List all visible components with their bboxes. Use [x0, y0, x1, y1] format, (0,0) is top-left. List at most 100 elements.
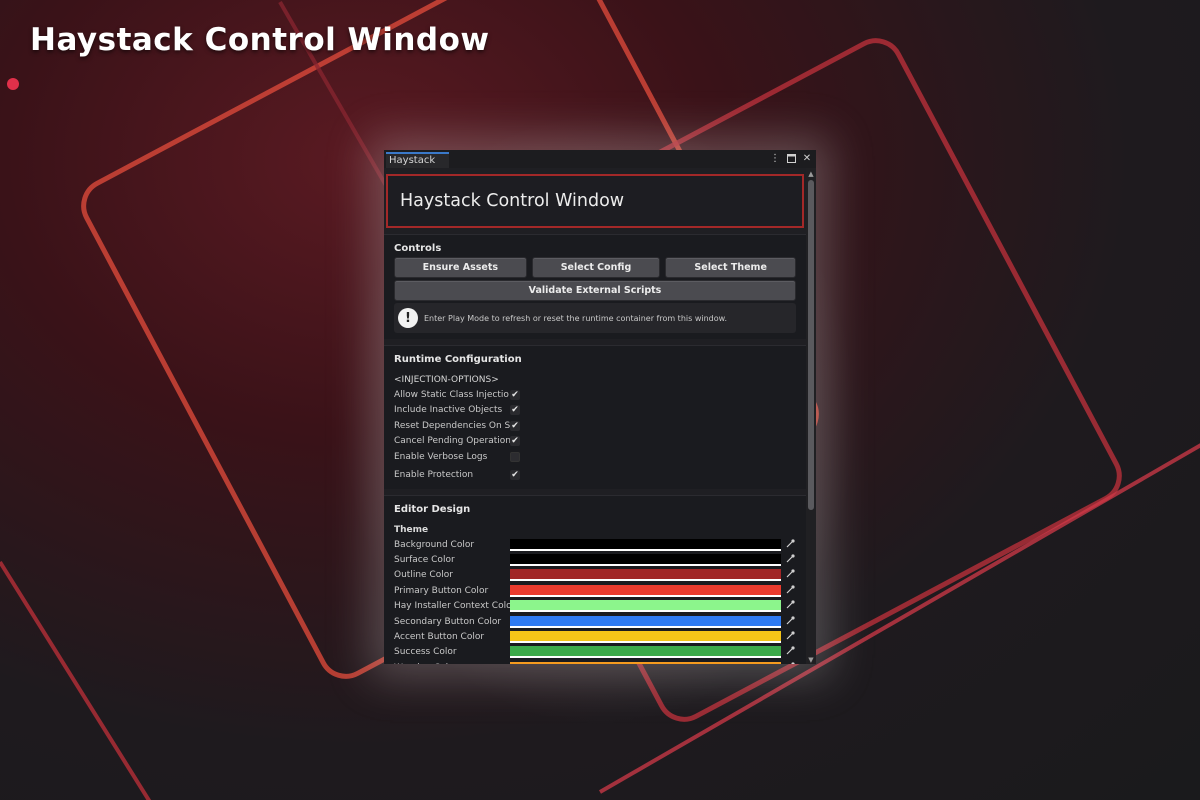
- color-swatch[interactable]: [510, 615, 781, 626]
- color-swatch[interactable]: [510, 584, 781, 595]
- color-swatch[interactable]: [510, 554, 781, 565]
- alpha-bar: [510, 625, 781, 628]
- option-checkbox[interactable]: ✔: [510, 389, 520, 400]
- color-field[interactable]: [510, 646, 781, 659]
- color-field[interactable]: [510, 631, 781, 644]
- color-label: Secondary Button Color: [394, 616, 502, 627]
- color-swatch[interactable]: [510, 661, 781, 664]
- eyedropper-icon[interactable]: [781, 585, 795, 597]
- kebab-menu-icon[interactable]: ⋮: [770, 152, 780, 164]
- option-checkbox[interactable]: ✔: [510, 470, 520, 481]
- option-row: Cancel Pending Operation ✔: [394, 434, 796, 450]
- eyedropper-icon[interactable]: [781, 554, 795, 566]
- section-title-runtime: Runtime Configuration: [394, 354, 522, 365]
- color-row: Warning Color: [394, 660, 796, 664]
- alpha-bar: [510, 548, 781, 551]
- color-label: Outline Color: [394, 570, 453, 581]
- color-label: Hay Installer Context Colo: [394, 601, 510, 612]
- options-list: Allow Static Class Injectio ✔ Include Inac…: [394, 387, 796, 483]
- haystack-window: Haystack ⋮ ✕ Haystack Control Window Con…: [384, 150, 816, 664]
- eyedropper-icon[interactable]: [781, 662, 795, 664]
- color-label: Background Color: [394, 539, 475, 550]
- eyedropper-icon[interactable]: [781, 600, 795, 612]
- section-title-editor-design: Editor Design: [394, 504, 471, 515]
- theme-label: Theme: [394, 525, 429, 535]
- controls-section: Controls Ensure Assets Select Config Sel…: [384, 234, 806, 339]
- option-label: Reset Dependencies On S: [394, 420, 510, 431]
- eyedropper-icon[interactable]: [781, 616, 795, 628]
- option-row: Reset Dependencies On S ✔: [394, 418, 796, 434]
- option-row: Allow Static Class Injectio ✔: [394, 387, 796, 403]
- scroll-area[interactable]: Haystack Control Window Controls Ensure …: [384, 168, 806, 664]
- color-field[interactable]: [510, 538, 781, 551]
- color-label: Surface Color: [394, 555, 455, 566]
- option-checkbox[interactable]: ✔: [510, 436, 520, 447]
- validate-row: Validate External Scripts: [394, 280, 796, 301]
- color-swatch[interactable]: [510, 646, 781, 657]
- header-banner: Haystack Control Window: [386, 174, 804, 228]
- eyedropper-icon[interactable]: [781, 569, 795, 581]
- color-row: Outline Color: [394, 568, 796, 583]
- window-titlebar: Haystack ⋮ ✕: [384, 150, 816, 168]
- alpha-bar: [510, 641, 781, 644]
- scroll-down-icon[interactable]: ▼: [807, 656, 815, 664]
- color-swatch[interactable]: [510, 538, 781, 549]
- option-label: Cancel Pending Operation: [394, 436, 510, 447]
- option-row: Include Inactive Objects ✔: [394, 403, 796, 419]
- option-label: Allow Static Class Injectio: [394, 389, 509, 400]
- validate-external-scripts-button[interactable]: Validate External Scripts: [394, 280, 796, 301]
- window-controls: ⋮ ✕: [770, 152, 812, 164]
- color-row: Secondary Button Color: [394, 614, 796, 629]
- eyedropper-icon[interactable]: [781, 539, 795, 551]
- window-body: Haystack Control Window Controls Ensure …: [384, 168, 816, 664]
- scroll-thumb[interactable]: [808, 180, 814, 510]
- section-title-controls: Controls: [394, 243, 442, 254]
- eyedropper-icon[interactable]: [781, 646, 795, 658]
- editor-design-section: Editor Design Theme Background Color Surf…: [384, 495, 806, 664]
- option-checkbox[interactable]: ✔: [510, 420, 520, 431]
- decor-dot: [7, 78, 19, 90]
- hero-title: Haystack Control Window: [30, 22, 490, 58]
- eyedropper-icon[interactable]: [781, 631, 795, 643]
- color-swatch[interactable]: [510, 600, 781, 611]
- vertical-scrollbar[interactable]: ▲ ▼: [806, 168, 816, 664]
- controls-button-row: Ensure Assets Select Config Select Theme: [394, 257, 796, 278]
- color-label: Primary Button Color: [394, 585, 489, 596]
- color-row: Primary Button Color: [394, 583, 796, 598]
- option-checkbox[interactable]: [510, 451, 520, 462]
- decor-line-1: [0, 560, 161, 800]
- alpha-bar: [510, 594, 781, 597]
- color-field[interactable]: [510, 615, 781, 628]
- color-row: Accent Button Color: [394, 629, 796, 644]
- color-field[interactable]: [510, 600, 781, 613]
- maximize-icon[interactable]: [786, 152, 796, 164]
- color-swatch[interactable]: [510, 631, 781, 642]
- alpha-bar: [510, 610, 781, 613]
- select-theme-button[interactable]: Select Theme: [665, 257, 796, 278]
- scroll-up-icon[interactable]: ▲: [807, 170, 815, 178]
- color-label: Accent Button Color: [394, 632, 485, 643]
- color-swatch[interactable]: [510, 569, 781, 580]
- color-row: Background Color: [394, 537, 796, 552]
- option-row: Enable Protection ✔: [394, 468, 796, 484]
- color-row: Surface Color: [394, 552, 796, 567]
- option-checkbox[interactable]: ✔: [510, 405, 520, 416]
- alpha-bar: [510, 656, 781, 659]
- info-text: Enter Play Mode to refresh or reset the …: [424, 313, 727, 323]
- color-label: Success Color: [394, 647, 457, 658]
- runtime-section: Runtime Configuration <INJECTION-OPTIONS…: [384, 345, 806, 489]
- select-config-button[interactable]: Select Config: [531, 257, 661, 278]
- injection-options-label: <INJECTION-OPTIONS>: [394, 375, 499, 385]
- color-field[interactable]: [510, 569, 781, 582]
- color-field[interactable]: [510, 661, 781, 664]
- color-list: Background Color Surface Color Outline Col…: [394, 537, 796, 664]
- window-tab[interactable]: Haystack: [386, 152, 450, 168]
- ensure-assets-button[interactable]: Ensure Assets: [394, 257, 527, 278]
- page-title: Haystack Control Window: [400, 191, 625, 211]
- close-icon[interactable]: ✕: [802, 152, 812, 164]
- option-label: Enable Protection: [394, 470, 474, 481]
- color-field[interactable]: [510, 584, 781, 597]
- info-helpbox: ! Enter Play Mode to refresh or reset th…: [394, 303, 796, 333]
- color-field[interactable]: [510, 554, 781, 567]
- color-row: Hay Installer Context Colo: [394, 599, 796, 614]
